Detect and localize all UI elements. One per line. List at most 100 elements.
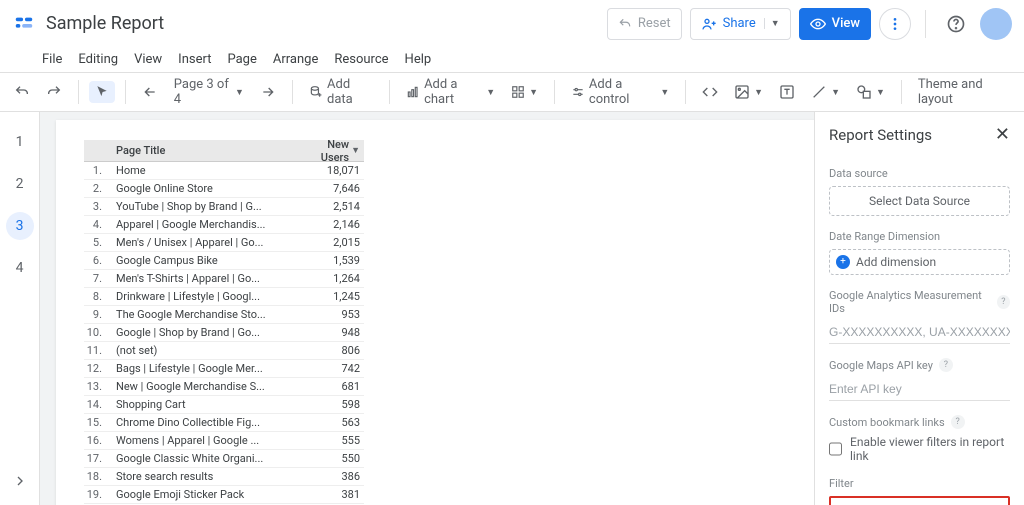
data-table[interactable]: Page Title New Users▼ 1.Home18,0712.Goog…	[84, 140, 364, 505]
shape-button[interactable]: ▼	[850, 80, 891, 104]
report-canvas[interactable]: Page Title New Users▼ 1.Home18,0712.Goog…	[56, 120, 814, 505]
arrow-left-icon	[142, 84, 158, 100]
selection-tool[interactable]	[89, 81, 115, 103]
help-icon[interactable]: ?	[939, 358, 953, 372]
bookmark-checkbox-row[interactable]: Enable viewer filters in report link	[829, 435, 1010, 463]
maps-key-input[interactable]	[829, 378, 1010, 401]
row-value: 1,245	[308, 290, 364, 303]
page-nav-3[interactable]: 3	[6, 212, 34, 240]
menubar: File Editing View Insert Page Arrange Re…	[0, 48, 1024, 72]
row-title: Google | Shop by Brand | Go...	[110, 326, 308, 339]
table-row[interactable]: 3.YouTube | Shop by Brand | G...2,514	[84, 198, 364, 216]
menu-file[interactable]: File	[42, 52, 62, 67]
row-value: 2,514	[308, 200, 364, 213]
row-title: Men's T-Shirts | Apparel | Go...	[110, 272, 308, 285]
add-data-button[interactable]: Add data	[303, 73, 379, 111]
undo-button[interactable]	[8, 80, 36, 104]
community-viz-button[interactable]: ▼	[505, 81, 544, 103]
url-embed-button[interactable]	[696, 80, 724, 104]
table-row[interactable]: 16.Womens | Apparel | Google ...555	[84, 432, 364, 450]
table-row[interactable]: 12.Bags | Lifestyle | Google Mer...742	[84, 360, 364, 378]
chevron-down-icon: ▼	[876, 87, 885, 98]
table-row[interactable]: 18.Store search results386	[84, 468, 364, 486]
row-value: 2,015	[308, 236, 364, 249]
row-index: 10.	[84, 326, 110, 339]
table-row[interactable]: 13.New | Google Merchandise S...681	[84, 378, 364, 396]
header-new-users[interactable]: New Users▼	[308, 138, 364, 164]
table-row[interactable]: 10.Google | Shop by Brand | Go...948	[84, 324, 364, 342]
page-indicator[interactable]: Page 3 of 4▼	[168, 73, 250, 111]
table-row[interactable]: 1.Home18,071	[84, 162, 364, 180]
add-dimension-chip[interactable]: + Add dimension	[829, 249, 1010, 275]
table-header: Page Title New Users▼	[84, 140, 364, 162]
table-row[interactable]: 15.Chrome Dino Collectible Fig...563	[84, 414, 364, 432]
row-value: 386	[308, 470, 364, 483]
image-button[interactable]: ▼	[728, 80, 769, 104]
table-row[interactable]: 8.Drinkware | Lifestyle | Googl...1,245	[84, 288, 364, 306]
share-button[interactable]: Share ▼	[690, 8, 791, 40]
page-nav-1[interactable]: 1	[6, 128, 34, 156]
help-button[interactable]	[940, 8, 972, 40]
page-nav-4[interactable]: 4	[6, 254, 34, 282]
menu-arrange[interactable]: Arrange	[273, 52, 318, 67]
row-index: 19.	[84, 488, 110, 501]
page-nav-2[interactable]: 2	[6, 170, 34, 198]
view-button[interactable]: View	[799, 8, 871, 40]
row-index: 9.	[84, 308, 110, 321]
chart-icon	[406, 84, 420, 100]
ga-ids-input[interactable]	[829, 321, 1010, 344]
table-row[interactable]: 19.Google Emoji Sticker Pack381	[84, 486, 364, 504]
prev-page-button[interactable]	[136, 80, 164, 104]
table-row[interactable]: 5.Men's / Unisex | Apparel | Go...2,015	[84, 234, 364, 252]
header-page-title[interactable]: Page Title	[110, 144, 308, 157]
table-row[interactable]: 17.Google Classic White Organi...550	[84, 450, 364, 468]
share-label: Share	[723, 16, 756, 31]
more-options-button[interactable]	[879, 8, 911, 40]
table-row[interactable]: 4.Apparel | Google Merchandis...2,146	[84, 216, 364, 234]
app-logo[interactable]	[12, 12, 36, 36]
add-chart-button[interactable]: Add a chart▼	[400, 73, 501, 111]
document-title[interactable]: Sample Report	[46, 13, 164, 34]
redo-icon	[46, 84, 62, 100]
grid-icon	[511, 85, 525, 99]
close-panel-button[interactable]: ✕	[995, 124, 1010, 145]
theme-layout-button[interactable]: Theme and layout	[912, 73, 1016, 111]
select-data-source-button[interactable]: Select Data Source	[829, 186, 1010, 216]
reset-button[interactable]: Reset	[607, 8, 682, 40]
row-value: 7,646	[308, 182, 364, 195]
menu-help[interactable]: Help	[405, 52, 432, 67]
bookmark-checkbox[interactable]	[829, 442, 842, 456]
menu-view[interactable]: View	[134, 52, 162, 67]
menu-insert[interactable]: Insert	[178, 52, 211, 67]
row-index: 5.	[84, 236, 110, 249]
redo-button[interactable]	[40, 80, 68, 104]
sliders-icon	[571, 84, 585, 100]
table-row[interactable]: 9.The Google Merchandise Sto...953	[84, 306, 364, 324]
expand-nav-button[interactable]	[4, 465, 36, 497]
table-row[interactable]: 2.Google Online Store7,646	[84, 180, 364, 198]
row-title: Womens | Apparel | Google ...	[110, 434, 308, 447]
text-button[interactable]	[773, 80, 801, 104]
table-row[interactable]: 14.Shopping Cart598	[84, 396, 364, 414]
table-row[interactable]: 7.Men's T-Shirts | Apparel | Go...1,264	[84, 270, 364, 288]
help-icon	[946, 14, 966, 34]
add-control-button[interactable]: Add a control▼	[565, 73, 675, 111]
table-row[interactable]: 11.(not set)806	[84, 342, 364, 360]
menu-editing[interactable]: Editing	[78, 52, 118, 67]
row-index: 3.	[84, 200, 110, 213]
row-index: 11.	[84, 344, 110, 357]
menu-resource[interactable]: Resource	[334, 52, 388, 67]
next-page-button[interactable]	[254, 80, 282, 104]
row-index: 13.	[84, 380, 110, 393]
row-title: Men's / Unisex | Apparel | Go...	[110, 236, 308, 249]
user-avatar[interactable]	[980, 8, 1012, 40]
help-icon[interactable]: ?	[951, 415, 965, 429]
menu-page[interactable]: Page	[227, 52, 256, 67]
help-icon[interactable]: ?	[997, 295, 1010, 309]
canvas-area[interactable]: Page Title New Users▼ 1.Home18,0712.Goog…	[40, 112, 814, 505]
chevron-down-icon[interactable]: ▼	[764, 18, 780, 29]
table-row[interactable]: 6.Google Campus Bike1,539	[84, 252, 364, 270]
data-source-label: Data source	[829, 167, 1010, 180]
line-button[interactable]: ▼	[805, 80, 846, 104]
filter-label: Filter	[829, 477, 1010, 490]
